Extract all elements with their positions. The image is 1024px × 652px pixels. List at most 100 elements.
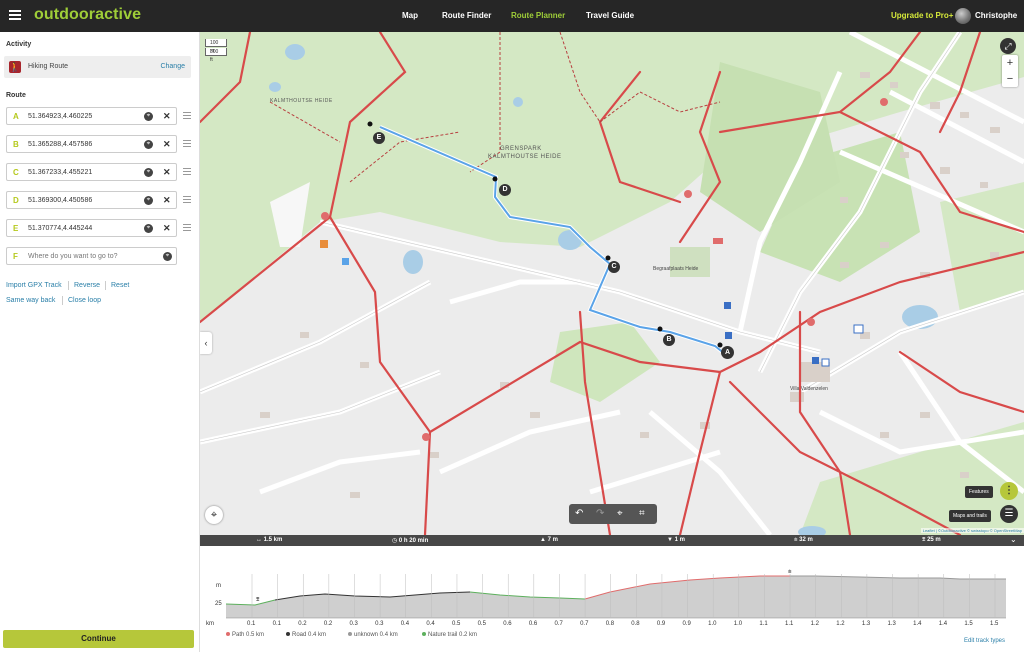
remove-icon[interactable]: ✕ <box>163 195 171 206</box>
locate-icon[interactable]: ⌖ <box>144 168 153 177</box>
locate-icon[interactable]: ⌖ <box>144 140 153 149</box>
remove-icon[interactable]: ✕ <box>163 167 171 178</box>
close-loop-link[interactable]: Close loop <box>68 297 101 304</box>
menu-icon[interactable] <box>9 10 21 20</box>
x-tick-label: 1.5 <box>964 621 973 627</box>
nav-travel-guide[interactable]: Travel Guide <box>586 11 634 20</box>
drag-handle-icon[interactable] <box>183 224 191 231</box>
redo-icon[interactable]: ↷ <box>596 508 604 519</box>
remove-icon[interactable]: ✕ <box>163 139 171 150</box>
legend-label: Nature trail 0.2 km <box>428 632 478 638</box>
x-tick-label: 1.0 <box>708 621 717 627</box>
marker-e[interactable]: E <box>373 132 385 144</box>
waypoint-letter: E <box>13 224 19 233</box>
zoom-control: + − <box>1002 55 1018 87</box>
features-button[interactable]: ⋮ <box>1000 482 1018 500</box>
crop-icon[interactable]: ⌗ <box>639 508 645 519</box>
waypoint-input[interactable]: D 51.369300,4.450586 ⌖ ✕ <box>6 191 177 209</box>
locate-me-icon[interactable]: ⌖ <box>205 506 223 524</box>
snap-icon[interactable]: ⌖ <box>617 508 623 519</box>
drag-handle-icon[interactable] <box>183 168 191 175</box>
waypoint-input[interactable]: C 51.367233,4.455221 ⌖ ✕ <box>6 163 177 181</box>
x-tick-label: 0.9 <box>682 621 691 627</box>
waypoint-value: 51.365288,4.457586 <box>28 141 93 148</box>
edit-toolbar: ↶ ↷ ⌖ ⌗ <box>569 504 657 524</box>
nav-route-finder[interactable]: Route Finder <box>442 11 491 20</box>
route-heading: Route <box>6 92 26 99</box>
attribution: Leaflet | ©Outdooractive © swisstopo © O… <box>920 528 1024 533</box>
continue-button[interactable]: Continue <box>3 630 194 648</box>
elevation-chart[interactable]: ⩨ ⩧ <box>200 546 1024 632</box>
waypoint-row: E 51.370774,4.445244 ⌖ ✕ <box>6 219 200 237</box>
cemetery-label: Begraafplaats Heide <box>653 266 699 272</box>
layers-button[interactable]: ☰ <box>1000 505 1018 523</box>
min-marker-icon: ⩨ <box>256 596 260 603</box>
drag-handle-icon[interactable] <box>183 112 191 119</box>
water-pond <box>403 250 423 274</box>
chevron-down-icon[interactable]: ⌄ <box>1010 535 1017 544</box>
locate-icon[interactable]: ⌖ <box>144 196 153 205</box>
distance-stat: ↔ 1.5 km <box>256 537 283 543</box>
marker-b[interactable]: B <box>663 334 675 346</box>
remove-icon[interactable]: ✕ <box>163 223 171 234</box>
marker-c[interactable]: C <box>608 261 620 273</box>
x-tick-label: 0.2 <box>298 621 307 627</box>
undo-icon[interactable]: ↶ <box>575 508 583 519</box>
waypoint-value: 51.364923,4.460225 <box>28 113 93 120</box>
fullscreen-icon[interactable]: ⤢ <box>1000 38 1016 54</box>
maps-tooltip: Maps and trails <box>949 510 991 522</box>
x-tick-label: 1.0 <box>733 621 743 627</box>
max-alt-stat: ⩧ 32 m <box>794 537 813 543</box>
reset-link[interactable]: Reset <box>111 282 129 289</box>
zoom-out-button[interactable]: − <box>1002 71 1018 87</box>
legend-nature-trail: Nature trail 0.2 km <box>422 632 477 638</box>
same-way-back-link[interactable]: Same way back <box>6 297 55 304</box>
legend-dot <box>422 632 426 636</box>
edit-track-types-link[interactable]: Edit track types <box>964 638 1005 644</box>
logo[interactable]: outdooractive <box>34 6 141 24</box>
waypoint-letter: A <box>13 112 19 121</box>
nav-route-planner[interactable]: Route Planner <box>511 11 565 20</box>
zoom-in-button[interactable]: + <box>1002 55 1018 71</box>
import-gpx-link[interactable]: Import GPX Track <box>6 282 62 289</box>
waypoint-placeholder: Where do you want to go to? <box>28 253 118 260</box>
sidebar: Activity 🚶 Hiking Route Change Route A 5… <box>0 32 200 652</box>
x-tick-label: 1.4 <box>938 621 948 627</box>
locate-icon[interactable]: ⌖ <box>163 252 172 261</box>
map-canvas[interactable]: A B C D E GRENSPARK KALMTHOUTSE HEIDE KA… <box>200 32 1024 535</box>
x-tick-label: 1.2 <box>836 621 845 627</box>
locate-icon[interactable]: ⌖ <box>144 224 153 233</box>
x-tick-label: 0.2 <box>323 621 333 627</box>
x-tick-label: 0.7 <box>580 621 589 627</box>
remove-icon[interactable]: ✕ <box>163 111 171 122</box>
waypoint-input[interactable]: B 51.365288,4.457586 ⌖ ✕ <box>6 135 177 153</box>
collapse-sidebar-button[interactable]: ‹ <box>200 332 212 354</box>
next-waypoint-input[interactable]: F Where do you want to go to? ⌖ <box>6 247 177 265</box>
descent-value: 1 m <box>674 537 685 543</box>
waypoint-value: 51.369300,4.450586 <box>28 197 93 204</box>
waypoint-row: B 51.365288,4.457586 ⌖ ✕ <box>6 135 200 153</box>
x-tick-label: 0.6 <box>503 621 512 627</box>
marker-d[interactable]: D <box>499 184 511 196</box>
legend-dot <box>286 632 290 636</box>
activity-selector[interactable]: 🚶 Hiking Route Change <box>4 56 191 78</box>
waypoint-row-next: F Where do you want to go to? ⌖ <box>6 247 200 265</box>
drag-handle-icon[interactable] <box>183 196 191 203</box>
change-activity-link[interactable]: Change <box>160 63 185 70</box>
x-tick-label: 1.3 <box>861 621 871 627</box>
drag-handle-icon[interactable] <box>183 140 191 147</box>
reverse-link[interactable]: Reverse <box>74 282 100 289</box>
avatar[interactable] <box>955 8 971 24</box>
marker-a[interactable]: A <box>721 346 734 359</box>
x-tick-label: 0.1 <box>247 621 256 627</box>
waypoint-input[interactable]: E 51.370774,4.445244 ⌖ ✕ <box>6 219 177 237</box>
waypoint-input[interactable]: A 51.364923,4.460225 ⌖ ✕ <box>6 107 177 125</box>
elevation-area <box>226 576 1006 618</box>
x-tick-label: 0.6 <box>528 621 538 627</box>
upgrade-link[interactable]: Upgrade to Pro+ <box>891 11 953 20</box>
locate-icon[interactable]: ⌖ <box>144 112 153 121</box>
x-tick-label: 1.2 <box>810 621 819 627</box>
waypoint-letter: B <box>13 140 19 149</box>
nav-map[interactable]: Map <box>402 11 418 20</box>
username[interactable]: Christophe <box>975 11 1017 20</box>
